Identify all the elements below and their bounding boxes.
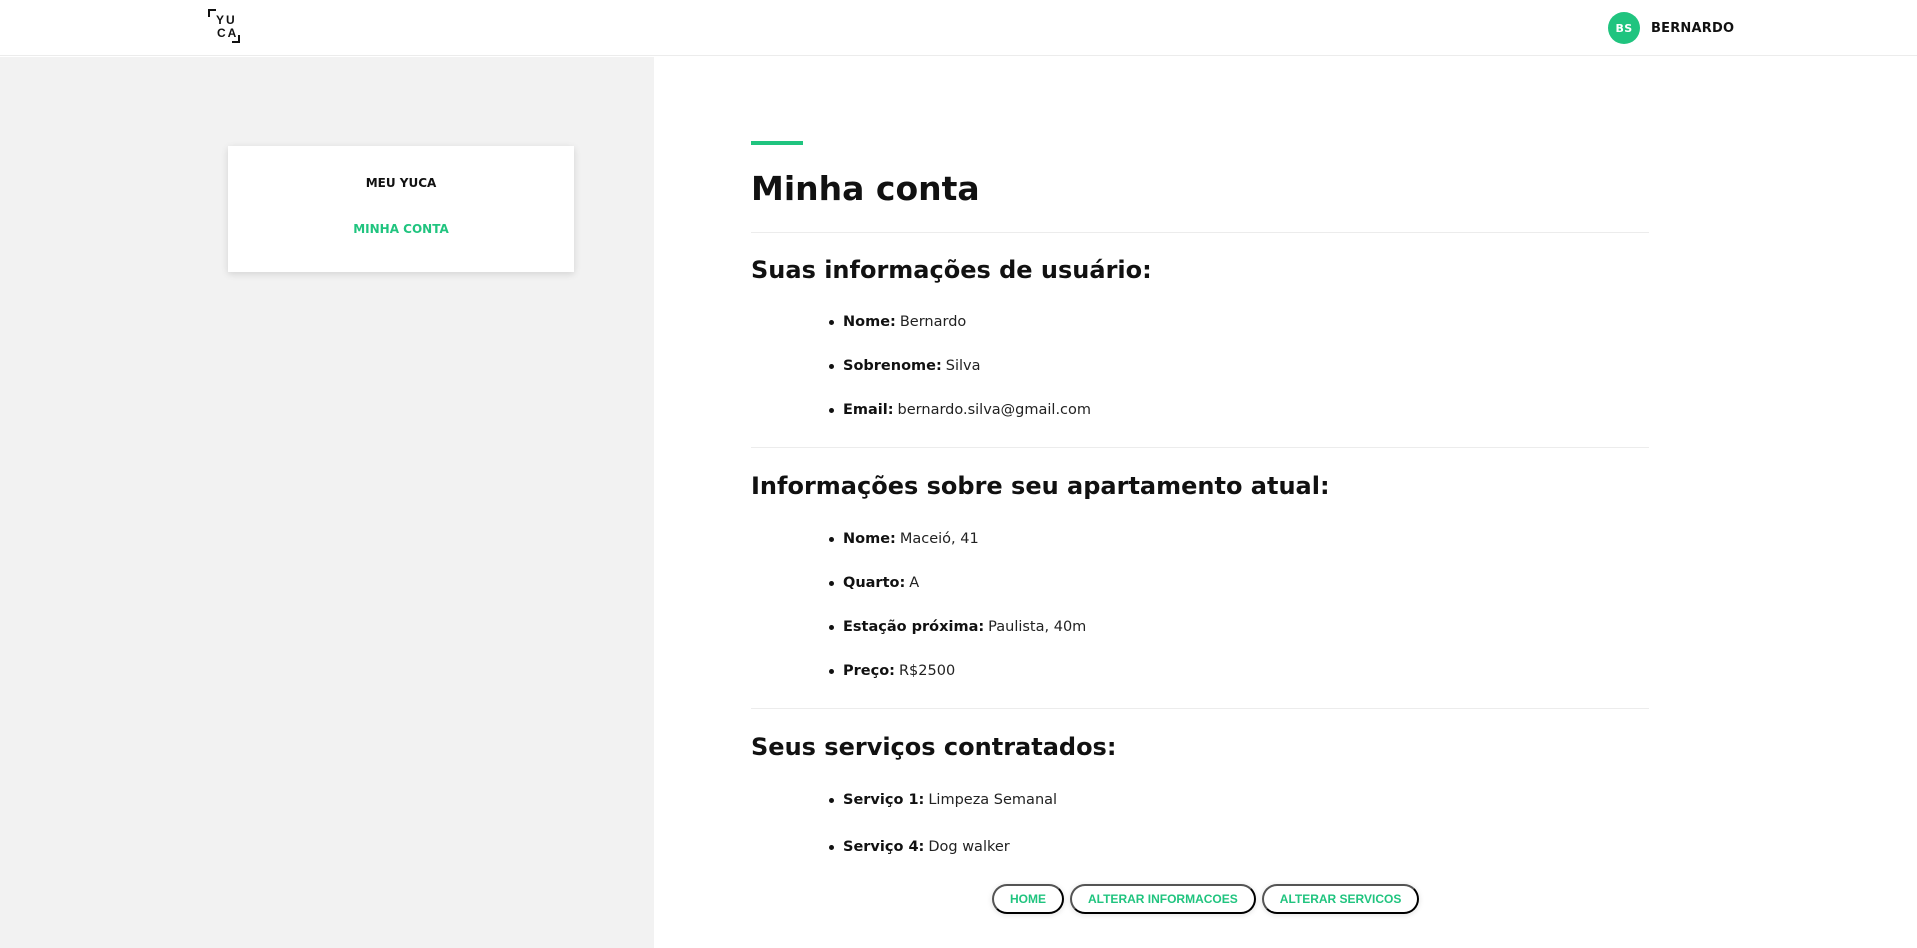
bullet (829, 798, 834, 803)
sidebar-menu-card: MEU YUCA MINHA CONTA (228, 146, 574, 272)
yuca-logo[interactable]: YU CA (208, 9, 248, 43)
alterar-servicos-button[interactable]: ALTERAR SERVICOS (1261, 884, 1420, 914)
field-label: Estação próxima: (843, 619, 985, 635)
bullet (829, 364, 834, 369)
field-value: Paulista, 40m (988, 619, 1087, 635)
field-label: Sobrenome: (843, 358, 942, 374)
list-item: Sobrenome: Silva (829, 356, 981, 376)
user-name[interactable]: BERNARDO (1651, 21, 1734, 36)
logo-text-top: YU (216, 13, 237, 27)
divider (751, 447, 1649, 448)
page-title: Minha conta (751, 169, 980, 208)
list-item: Quarto: A (829, 573, 920, 593)
list-item: Serviço 4: Dog walker (829, 837, 1010, 857)
field-value: R$2500 (898, 663, 956, 679)
services-heading: Seus serviços contratados: (751, 733, 1117, 761)
user-menu[interactable]: BS BERNARDO (1608, 12, 1734, 44)
field-label: Nome: (843, 314, 896, 330)
list-item: Estação próxima: Paulista, 40m (829, 617, 1087, 637)
apartment-info-heading: Informações sobre seu apartamento atual: (751, 472, 1330, 500)
field-label: Serviço 1: (843, 792, 925, 808)
avatar[interactable]: BS (1608, 12, 1640, 44)
list-item: Preço: R$2500 (829, 661, 956, 681)
list-item: Nome: Bernardo (829, 312, 967, 332)
top-header: YU CA BS BERNARDO (0, 0, 1917, 56)
bullet (829, 408, 834, 413)
list-item: Serviço 1: Limpeza Semanal (829, 790, 1058, 810)
field-value: Bernardo (899, 314, 967, 330)
field-value: Dog walker (928, 839, 1010, 855)
field-value: Limpeza Semanal (928, 792, 1058, 808)
logo-text-bottom: CA (217, 26, 238, 40)
bullet (829, 320, 834, 325)
sidebar-item-minha-conta[interactable]: MINHA CONTA (228, 222, 574, 236)
field-label: Serviço 4: (843, 839, 925, 855)
list-item: Nome: Maceió, 41 (829, 529, 979, 549)
bullet (829, 625, 834, 630)
bullet (829, 669, 834, 674)
field-value: bernardo.silva@gmail.com (897, 402, 1092, 418)
list-item: Email: bernardo.silva@gmail.com (829, 400, 1092, 420)
field-value: A (909, 575, 920, 591)
title-accent-bar (751, 141, 803, 145)
field-value: Silva (945, 358, 981, 374)
divider (751, 708, 1649, 709)
sidebar: MEU YUCA MINHA CONTA (0, 57, 654, 948)
field-label: Preço: (843, 663, 895, 679)
sidebar-title: MEU YUCA (365, 176, 437, 190)
field-label: Email: (843, 402, 894, 418)
user-info-heading: Suas informações de usuário: (751, 256, 1152, 284)
bullet (829, 581, 834, 586)
field-label: Nome: (843, 531, 896, 547)
field-value: Maceió, 41 (899, 531, 979, 547)
bullet (829, 845, 834, 850)
action-buttons: HOME ALTERAR INFORMACOES ALTERAR SERVICO… (992, 884, 1420, 914)
bullet (829, 537, 834, 542)
field-label: Quarto: (843, 575, 906, 591)
divider (751, 232, 1649, 233)
main-content: Minha conta Suas informações de usuário:… (654, 57, 1917, 948)
home-button[interactable]: HOME (992, 884, 1064, 914)
alterar-informacoes-button[interactable]: ALTERAR INFORMACOES (1070, 884, 1256, 914)
